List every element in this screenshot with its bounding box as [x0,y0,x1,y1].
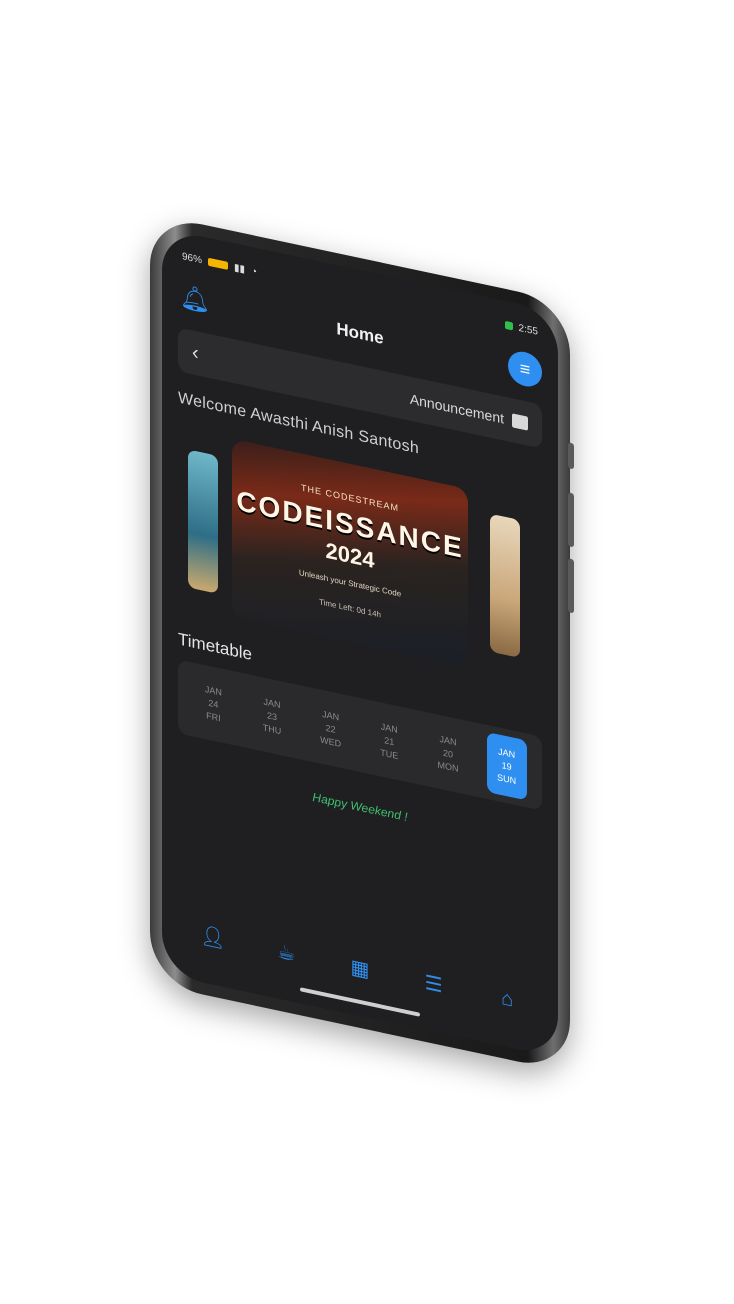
date-month: JAN [322,708,340,723]
date-month: JAN [380,721,398,736]
date-item[interactable]: JAN 20 MON [428,719,468,788]
carousel-card-right[interactable] [490,513,520,659]
hamburger-icon: ≡ [519,357,531,380]
camera-indicator-icon [504,320,513,331]
date-weekday: TUE [380,747,399,762]
bottom-navigation: 👤︎ ☕︎ ▦ ☰ ⌂ [176,909,544,1027]
home-icon[interactable]: ⌂ [494,984,520,1016]
poster-subtitle: Unleash your Strategic Code [298,568,402,599]
carousel-card-left[interactable] [188,449,218,594]
date-selector: JAN 24 FRI JAN 23 THU JAN 22 WED JAN 21 … [178,659,542,811]
carousel-card-main[interactable]: THE CODESTREAM CODEISSANCE 2024 Unleash … [232,438,468,667]
date-month: JAN [204,684,222,698]
wifi-icon: ◔ [251,265,258,278]
announcement-icon [512,413,528,431]
date-weekday: FRI [206,710,221,724]
date-day: 19 [501,760,512,773]
date-item[interactable]: JAN 23 THU [252,682,292,751]
date-item[interactable]: JAN 22 WED [311,695,351,764]
phone-device: 96% ▮▮ ◔ 2:55 🔔︎ Home ≡ ‹ Announcement W… [150,213,574,1073]
date-month: JAN [439,733,457,748]
date-weekday: MON [437,759,459,774]
date-month: JAN [498,746,516,760]
chevron-left-icon: ‹ [192,340,199,365]
page-title: Home [336,318,384,349]
date-day: 23 [266,710,277,723]
volume-up-button [568,492,574,548]
poster-footer: Time Left: 0d 14h [319,597,381,620]
app-screen: 96% ▮▮ ◔ 2:55 🔔︎ Home ≡ ‹ Announcement W… [162,227,558,1059]
date-item-selected[interactable]: JAN 19 SUN [486,731,527,801]
date-item[interactable]: JAN 24 FRI [193,670,233,739]
announcement-label: Announcement [409,390,504,427]
list-icon[interactable]: ☰ [421,968,447,1000]
date-day: 21 [384,735,395,748]
date-day: 20 [442,747,453,760]
date-month: JAN [263,696,281,711]
date-item[interactable]: JAN 21 TUE [369,707,409,776]
date-day: 24 [208,697,219,710]
status-time: 2:55 [518,322,538,338]
volume-down-button [568,558,574,614]
cup-icon[interactable]: ☕︎ [273,937,299,969]
silent-switch [568,442,574,470]
calendar-icon[interactable]: ▦ [347,952,373,984]
notification-bell-icon[interactable]: 🔔︎ [178,278,212,319]
date-weekday: SUN [497,772,517,787]
profile-icon[interactable]: 👤︎ [200,921,226,953]
battery-percent: 96% [182,250,203,266]
date-weekday: THU [262,722,282,737]
battery-icon [208,257,229,270]
menu-button[interactable]: ≡ [507,348,542,390]
timetable-heading: Timetable [178,629,253,665]
signal-icon: ▮▮ [234,261,246,276]
date-day: 22 [325,722,336,735]
date-weekday: WED [320,734,342,749]
